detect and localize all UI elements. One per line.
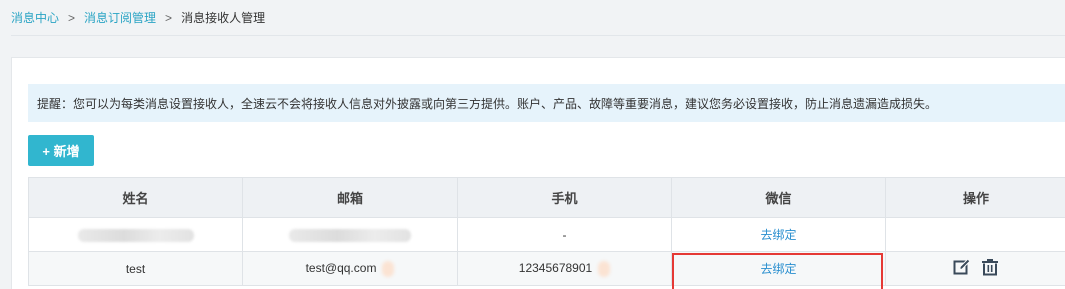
column-header-actions: 操作 xyxy=(885,177,1065,218)
breadcrumb: 消息中心 > 消息订阅管理 > 消息接收人管理 xyxy=(11,9,265,26)
notice-text: 提醒：您可以为每类消息设置接收人，全速云不会将接收人信息对外披露或向第三方提供。… xyxy=(37,96,938,111)
trash-icon[interactable] xyxy=(981,258,999,276)
add-recipient-button[interactable]: + 新增 xyxy=(28,135,94,166)
table-row: - 去绑定 xyxy=(28,217,1065,252)
redacted-mark xyxy=(598,260,611,277)
breadcrumb-separator: > xyxy=(165,10,173,25)
cell-phone: 12345678901 xyxy=(457,251,672,286)
cell-email xyxy=(242,217,458,252)
recipient-table: 姓名 邮箱 手机 微信 操作 - 去绑定 test test@qq.com 12… xyxy=(28,177,1065,286)
redacted-email xyxy=(289,228,411,242)
notice-banner: 提醒：您可以为每类消息设置接收人，全速云不会将接收人信息对外披露或向第三方提供。… xyxy=(28,84,1065,122)
cell-wechat: 去绑定 xyxy=(671,251,886,286)
cell-name xyxy=(28,217,243,252)
breadcrumb-subscription-management[interactable]: 消息订阅管理 xyxy=(84,9,156,26)
redacted-name xyxy=(77,228,194,242)
bind-wechat-link[interactable]: 去绑定 xyxy=(760,228,796,242)
main-panel: 提醒：您可以为每类消息设置接收人，全速云不会将接收人信息对外披露或向第三方提供。… xyxy=(11,57,1065,289)
column-header-phone: 手机 xyxy=(457,177,672,218)
row-actions xyxy=(953,258,999,276)
cell-wechat: 去绑定 xyxy=(671,217,886,252)
email-value: test@qq.com xyxy=(305,260,377,275)
table-header-row: 姓名 邮箱 手机 微信 操作 xyxy=(28,177,1065,218)
redacted-mark xyxy=(382,260,395,277)
header-divider xyxy=(11,35,1065,36)
table-row: test test@qq.com 12345678901 去绑定 xyxy=(28,251,1065,286)
breadcrumb-separator: > xyxy=(68,10,76,25)
column-header-wechat: 微信 xyxy=(671,177,886,218)
breadcrumb-current: 消息接收人管理 xyxy=(181,11,266,25)
edit-icon[interactable] xyxy=(953,258,971,276)
cell-actions xyxy=(885,251,1065,286)
column-header-email: 邮箱 xyxy=(242,177,458,218)
column-header-name: 姓名 xyxy=(28,177,243,218)
cell-name: test xyxy=(28,251,243,286)
cell-actions xyxy=(885,217,1065,252)
breadcrumb-message-center[interactable]: 消息中心 xyxy=(11,9,59,26)
bind-wechat-link[interactable]: 去绑定 xyxy=(760,262,796,276)
phone-value: 12345678901 xyxy=(518,260,593,275)
cell-email: test@qq.com xyxy=(242,251,458,286)
cell-phone: - xyxy=(457,217,672,252)
